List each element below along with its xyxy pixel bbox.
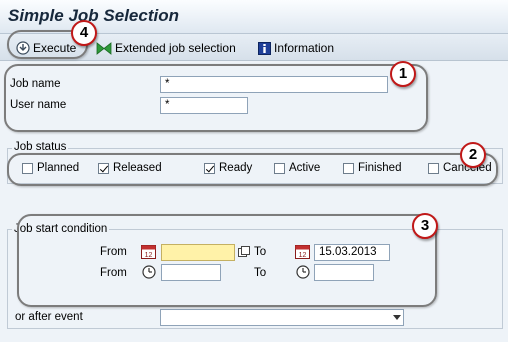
callout-highlight-2 [7, 153, 498, 186]
callout-badge-1: 1 [390, 61, 416, 87]
extended-selection-icon [96, 41, 112, 55]
page-title: Simple Job Selection [8, 6, 179, 25]
callout-badge-2: 2 [460, 142, 486, 168]
callout-highlight-3 [17, 214, 437, 307]
extended-job-selection-button[interactable]: Extended job selection [96, 41, 236, 55]
callout-badge-4: 4 [71, 20, 97, 46]
callout-badge-3: 3 [412, 213, 438, 239]
callout-highlight-1 [4, 64, 428, 132]
after-event-select[interactable] [160, 309, 404, 326]
information-label: Information [274, 41, 335, 55]
information-button[interactable]: Information [258, 41, 334, 55]
extended-selection-label: Extended job selection [115, 41, 236, 55]
chevron-down-icon[interactable] [393, 315, 401, 320]
information-icon [258, 41, 271, 55]
after-event-label: or after event [15, 311, 83, 323]
job-status-heading: Job status [12, 141, 69, 153]
